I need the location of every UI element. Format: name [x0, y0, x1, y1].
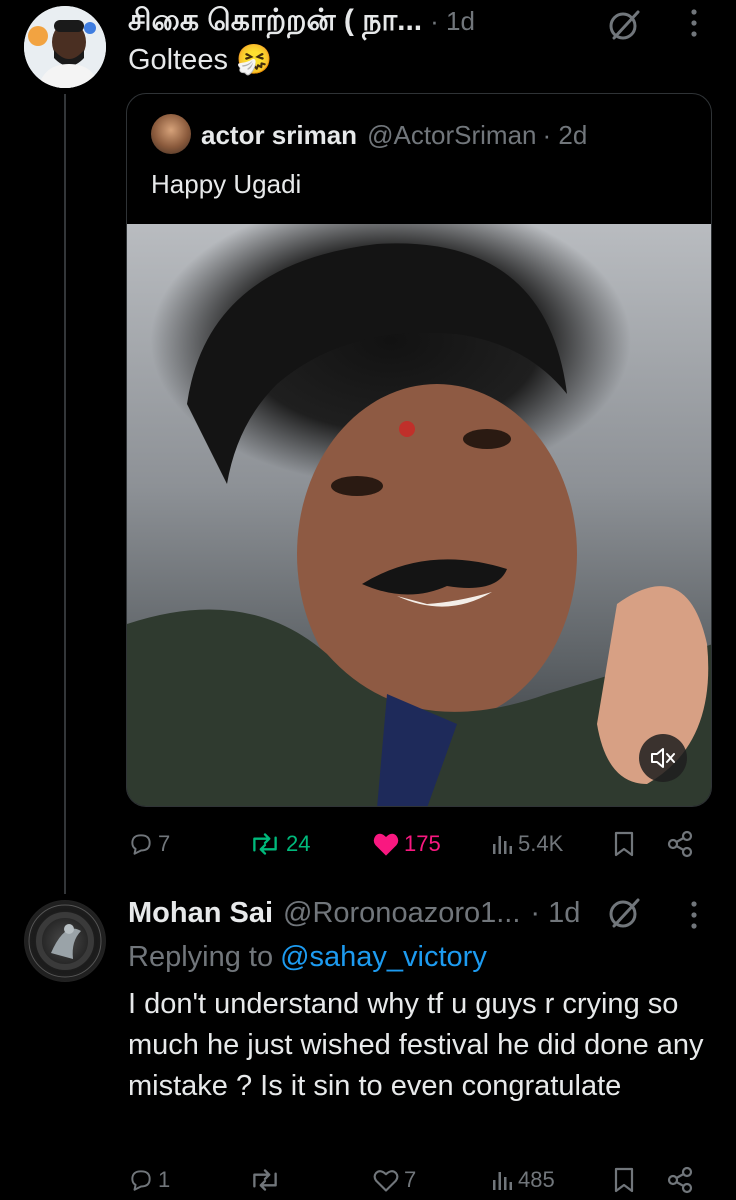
repost-button[interactable]	[248, 1160, 286, 1200]
tweet-time[interactable]: · 1d	[430, 6, 475, 37]
grok-icon[interactable]	[608, 896, 642, 930]
like-button[interactable]: 7	[372, 1160, 416, 1200]
like-icon	[373, 833, 399, 856]
bookmark-icon[interactable]	[612, 830, 636, 858]
views-button[interactable]: 485	[490, 1160, 555, 1200]
author-handle[interactable]: @Roronoazoro1...	[283, 897, 520, 930]
avatar[interactable]	[24, 6, 106, 88]
grok-icon[interactable]	[608, 8, 642, 42]
video-player[interactable]	[127, 224, 711, 806]
reply-count: 7	[158, 831, 171, 856]
tweet-text: Goltees 🤧	[128, 44, 273, 76]
views-icon	[493, 1172, 512, 1190]
tweet-header: Mohan Sai @Roronoazoro1... · 1d	[128, 897, 580, 930]
quote-author-name[interactable]: actor sriman	[201, 120, 357, 151]
like-count: 175	[404, 831, 441, 856]
tweet-time[interactable]: · 1d	[530, 897, 580, 930]
bookmark-icon[interactable]	[612, 1166, 636, 1194]
action-bar: 1 7 485	[128, 1160, 708, 1200]
like-button[interactable]: 175	[372, 824, 441, 864]
share-icon[interactable]	[666, 830, 694, 858]
quote-handle[interactable]: @ActorSriman	[367, 120, 536, 151]
tweet-header: சிகை கொற்றன் ( நா... · 1d	[128, 4, 475, 42]
author-name[interactable]: Mohan Sai	[128, 897, 273, 930]
views-button[interactable]: 5.4K	[490, 824, 563, 864]
video-frame	[127, 243, 711, 806]
reply-count: 1	[158, 1167, 171, 1192]
reply-button[interactable]: 7	[128, 824, 170, 864]
reply-button[interactable]: 1	[128, 1160, 170, 1200]
mute-icon	[651, 748, 675, 768]
more-icon[interactable]	[684, 6, 704, 40]
quote-avatar[interactable]	[151, 114, 191, 154]
quoted-tweet[interactable]: actor sriman @ActorSriman · 2d Happy Uga…	[126, 93, 712, 807]
views-icon	[493, 836, 512, 854]
repost-icon	[253, 833, 277, 855]
reply-icon	[131, 1170, 151, 1191]
views-count: 485	[518, 1167, 555, 1192]
more-icon[interactable]	[684, 898, 704, 932]
author-name[interactable]: சிகை கொற்றன் ( நா...	[128, 4, 422, 42]
repost-button[interactable]: 24	[248, 824, 310, 864]
repost-count: 24	[286, 831, 311, 856]
quote-text: Happy Ugadi	[151, 169, 302, 199]
reply-icon	[131, 834, 151, 855]
like-count: 7	[404, 1167, 417, 1192]
replying-to: Replying to @sahay_victory	[128, 941, 487, 974]
views-count: 5.4K	[518, 831, 564, 856]
action-bar: 7 24 175 5.4K	[128, 824, 708, 864]
avatar[interactable]	[24, 900, 106, 982]
quote-header: actor sriman @ActorSriman · 2d	[201, 120, 587, 151]
tweet-text: I don't understand why tf u guys r cryin…	[128, 988, 704, 1102]
quote-time[interactable]: · 2d	[543, 120, 588, 151]
thread-line	[64, 94, 66, 894]
replying-handle[interactable]: @sahay_victory	[280, 941, 487, 974]
replying-prefix: Replying to	[128, 941, 274, 973]
repost-icon	[253, 1169, 277, 1191]
mute-button[interactable]	[639, 734, 687, 782]
like-icon	[373, 1170, 399, 1192]
share-icon[interactable]	[666, 1166, 694, 1194]
